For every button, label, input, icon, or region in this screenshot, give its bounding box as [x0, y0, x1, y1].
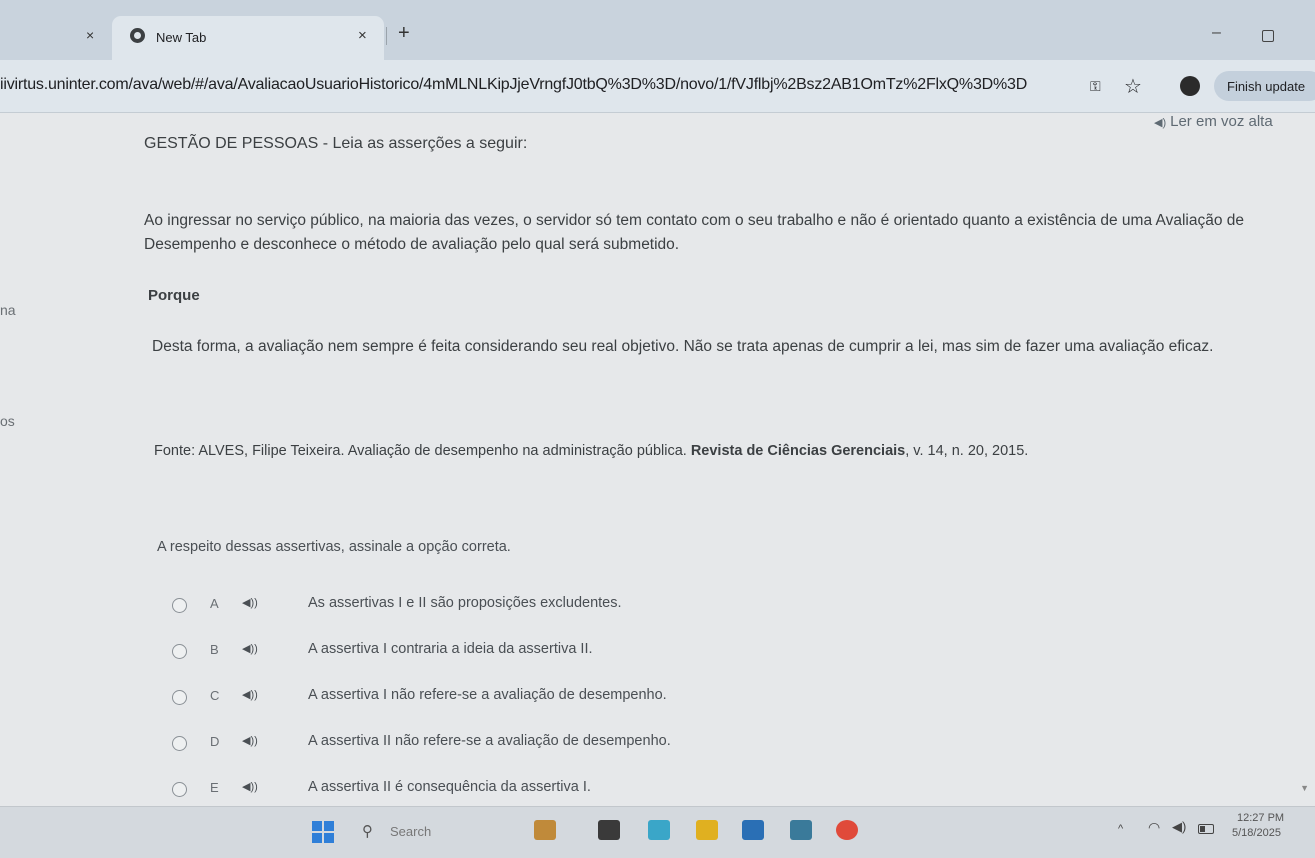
radio-button[interactable]	[172, 782, 187, 797]
read-aloud-label: Ler em voz alta	[1170, 113, 1273, 130]
tab-close-icon[interactable]: ×	[358, 27, 367, 44]
tab-title: New Tab	[156, 30, 207, 45]
option-letter: E	[210, 780, 219, 795]
minimize-icon[interactable]: –	[1212, 24, 1221, 42]
new-tab-icon[interactable]: +	[398, 22, 410, 45]
option-text: As assertivas I e II são proposições exc…	[308, 595, 622, 611]
source-suffix: , v. 14, n. 20, 2015.	[905, 443, 1029, 459]
radio-button[interactable]	[172, 598, 187, 613]
windows-start-icon[interactable]	[312, 821, 334, 843]
tab-strip: × New Tab × + –	[0, 0, 1315, 60]
search-icon: ⚲	[362, 823, 373, 840]
taskbar: ⚲ Search ^ ◠ ◀) 12:27 PM 5/18/2025	[0, 806, 1315, 858]
browser-toolbar: iivirtus.uninter.com/ava/web/#/ava/Avali…	[0, 60, 1315, 113]
question-prompt: A respeito dessas assertivas, assinale a…	[157, 539, 511, 555]
question-title: GESTÃO DE PESSOAS - Leia as asserções a …	[144, 135, 528, 152]
option-d[interactable]: D ◀)) A assertiva II não refere-se a ava…	[172, 733, 872, 755]
chrome-favicon-icon	[130, 28, 145, 43]
speaker-icon[interactable]: ◀))	[242, 734, 258, 747]
bookmark-star-icon[interactable]: ☆	[1124, 74, 1142, 99]
tab-separator	[386, 27, 387, 45]
option-text: A assertiva II é consequência da asserti…	[308, 779, 591, 795]
address-bar[interactable]: iivirtus.uninter.com/ava/web/#/ava/Avali…	[0, 76, 1027, 94]
option-text: A assertiva II não refere-se a avaliação…	[308, 733, 671, 749]
radio-button[interactable]	[172, 736, 187, 751]
option-text: A assertiva I contraria a ideia da asser…	[308, 641, 593, 657]
porque-label: Porque	[148, 287, 200, 304]
speaker-icon[interactable]: ◀))	[242, 688, 258, 701]
prev-tab-close-icon[interactable]: ×	[86, 27, 94, 43]
finish-update-button[interactable]: Finish update	[1214, 71, 1315, 101]
cut-off-text: na	[0, 302, 16, 318]
tab-new-tab[interactable]: New Tab ×	[112, 16, 384, 60]
option-letter: A	[210, 596, 219, 611]
taskbar-file-explorer-icon[interactable]	[696, 820, 718, 840]
option-b[interactable]: B ◀)) A assertiva I contraria a ideia da…	[172, 641, 872, 663]
scroll-down-icon[interactable]: ▼	[1300, 783, 1309, 793]
taskbar-app-icon[interactable]	[790, 820, 812, 840]
source-journal: Revista de Ciências Gerenciais	[690, 443, 906, 459]
taskbar-search[interactable]: ⚲ Search	[352, 816, 512, 846]
taskbar-copilot-icon[interactable]	[648, 820, 670, 840]
option-letter: D	[210, 734, 220, 749]
option-a[interactable]: A ◀)) As assertivas I e II são proposiçõ…	[172, 595, 872, 617]
speaker-icon: ◀)	[1154, 117, 1167, 129]
clock-time[interactable]: 12:27 PM	[1237, 812, 1284, 824]
cut-off-text: os	[0, 413, 15, 429]
taskbar-chrome-icon[interactable]	[836, 820, 858, 840]
option-c[interactable]: C ◀)) A assertiva I não refere-se a aval…	[172, 687, 872, 709]
option-letter: C	[210, 688, 220, 703]
password-key-icon[interactable]: ⚿	[1090, 79, 1110, 93]
taskbar-store-icon[interactable]	[742, 820, 764, 840]
option-letter: B	[210, 642, 219, 657]
radio-button[interactable]	[172, 690, 187, 705]
radio-button[interactable]	[172, 644, 187, 659]
assertion-1: Ao ingressar no serviço público, na maio…	[144, 212, 1245, 253]
search-label: Search	[390, 824, 432, 839]
tray-chevron-up-icon[interactable]: ^	[1118, 823, 1123, 835]
clock-date[interactable]: 5/18/2025	[1232, 827, 1281, 839]
source-prefix: Fonte: ALVES, Filipe Teixeira. Avaliação…	[154, 443, 691, 459]
page-content: ◀) Ler em voz alta GESTÃO DE PESSOAS - Le…	[0, 113, 1315, 806]
assertion-2: Desta forma, a avaliação nem sempre é fe…	[152, 338, 1214, 355]
option-e[interactable]: E ◀)) A assertiva II é consequência da a…	[172, 779, 872, 801]
read-aloud-button[interactable]: ◀) Ler em voz alta	[1154, 113, 1273, 130]
taskbar-widgets-icon[interactable]	[534, 820, 556, 840]
volume-icon[interactable]: ◀)	[1172, 819, 1186, 835]
maximize-icon[interactable]	[1262, 30, 1274, 42]
speaker-icon[interactable]: ◀))	[242, 780, 258, 793]
battery-icon[interactable]	[1198, 824, 1214, 834]
profile-avatar[interactable]	[1180, 76, 1200, 96]
speaker-icon[interactable]: ◀))	[242, 596, 258, 609]
wifi-icon[interactable]: ◠	[1148, 819, 1160, 836]
taskbar-task-view-icon[interactable]	[598, 820, 620, 840]
source-citation: Fonte: ALVES, Filipe Teixeira. Avaliação…	[154, 443, 1028, 459]
option-text: A assertiva I não refere-se a avaliação …	[308, 687, 667, 703]
speaker-icon[interactable]: ◀))	[242, 642, 258, 655]
